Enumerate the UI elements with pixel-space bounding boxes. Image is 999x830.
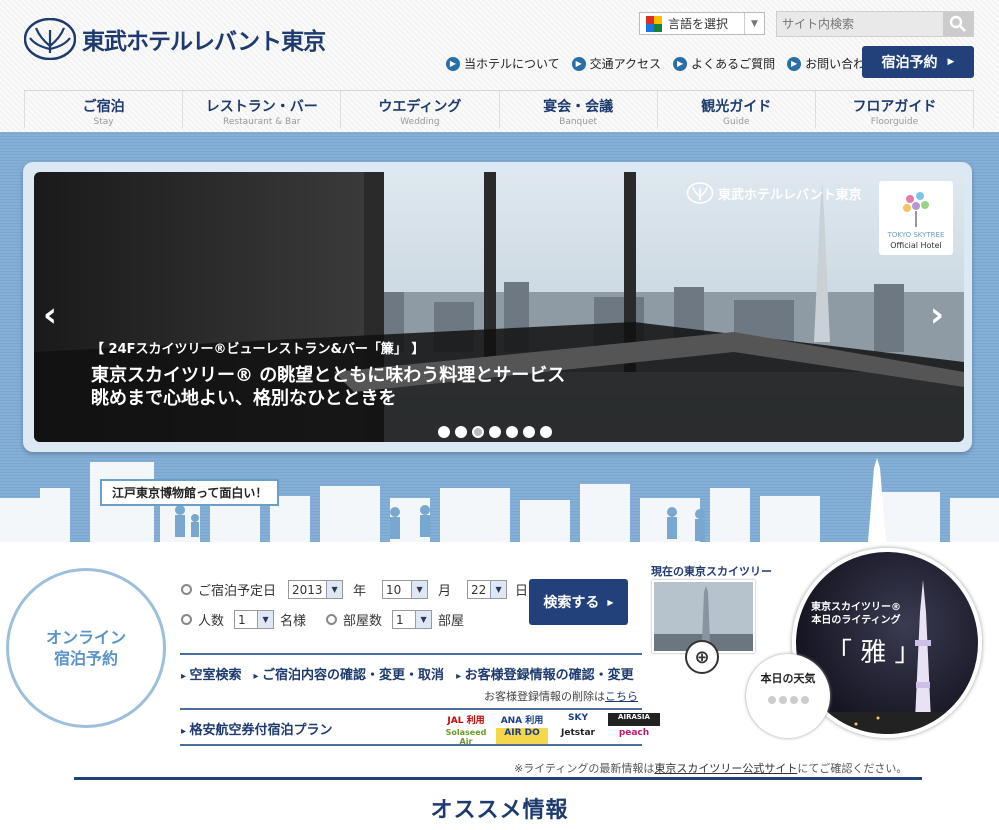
arrow-circle-icon: ▶ <box>446 56 460 71</box>
chevron-right-icon: ▶ <box>947 57 955 67</box>
flight-plan-link[interactable]: 格安航空券付宿泊プラン <box>181 719 333 738</box>
divider <box>180 708 642 710</box>
skymark-logo: SKY <box>568 713 588 723</box>
nav-floorguide[interactable]: フロアガイド Floorguide <box>816 91 975 128</box>
zoom-in-icon: ⊕ <box>694 646 710 668</box>
slider-dots <box>438 426 552 438</box>
slider-dot[interactable] <box>455 426 467 438</box>
slider-dot[interactable] <box>489 426 501 438</box>
guests-radio[interactable] <box>181 614 192 625</box>
chevron-right-icon: ▶ <box>607 597 614 607</box>
delete-note: お客様登録情報の削除はこちら <box>484 690 638 703</box>
skytree-official-link[interactable]: 東京スカイツリー公式サイト <box>654 762 797 775</box>
reserve-button[interactable]: 宿泊予約 ▶ <box>862 46 974 78</box>
edo-museum-link[interactable]: 江戸東京博物館って面白い！ <box>100 479 280 506</box>
slider-next-button[interactable]: › <box>925 298 949 332</box>
arrow-circle-icon: ▶ <box>787 56 802 71</box>
google-translate-icon <box>646 15 662 32</box>
divider <box>180 653 642 655</box>
recommend-section-title: オススメ情報 <box>430 798 569 823</box>
arrow-circle-icon: ▶ <box>673 56 688 71</box>
guests-select[interactable]: 1 ▼ <box>234 610 275 629</box>
chevron-down-icon: ▼ <box>744 13 764 34</box>
chevron-down-icon: ▼ <box>411 581 428 598</box>
year-select[interactable]: 2013 ▼ <box>288 580 344 599</box>
booking-links: 空室検索 ご宿泊内容の確認・変更・取消 お客様登録情報の確認・変更 <box>181 664 634 683</box>
logo-emblem-icon <box>24 18 76 60</box>
slider-dot[interactable] <box>506 426 518 438</box>
logo-emblem-icon <box>686 182 714 204</box>
slider-dot[interactable] <box>540 426 552 438</box>
site-search <box>776 11 974 37</box>
hotel-logo[interactable]: 東武ホテルレバント東京 <box>24 18 326 60</box>
rooms-select[interactable]: 1 ▼ <box>392 610 433 629</box>
rooms-radio[interactable] <box>326 614 338 625</box>
member-info-link[interactable]: お客様登録情報の確認・変更 <box>456 664 634 683</box>
section-divider <box>74 777 922 780</box>
search-button[interactable] <box>943 12 973 36</box>
slide-hotel-logo: 東武ホテルレバント東京 <box>686 182 862 204</box>
slider-dot[interactable] <box>523 426 535 438</box>
vacancy-search-link[interactable]: 空室検索 <box>181 664 242 683</box>
util-link-access[interactable]: ▶ 交通アクセス <box>571 55 661 72</box>
site-search-input[interactable] <box>777 12 943 36</box>
nav-guide[interactable]: 観光ガイド Guide <box>658 91 816 128</box>
zoom-in-button[interactable]: ⊕ <box>685 640 719 674</box>
chevron-down-icon: ▼ <box>490 581 507 598</box>
language-select[interactable]: 言語を選択 ▼ <box>639 12 765 35</box>
tree-logo-icon <box>903 192 929 227</box>
logo-text: 東武ホテルレバント東京 <box>82 29 326 55</box>
checkin-radio[interactable] <box>181 584 192 595</box>
global-nav: ご宿泊 Stay レストラン・バー Restaurant & Bar ウエディング W… <box>24 90 975 128</box>
util-link-faq[interactable]: ▶ よくあるご質問 <box>673 55 775 72</box>
slider-prev-button[interactable]: ‹ <box>38 298 62 332</box>
slide-subtitle: 【 24Fスカイツリー®ビューレストラン&バー「簾」 】 <box>91 342 425 357</box>
slider-dot[interactable] <box>438 426 450 438</box>
online-booking-badge: オンライン 宿泊予約 <box>6 568 166 728</box>
chevron-down-icon: ▼ <box>415 611 432 628</box>
jal-logo: JAL 利用 <box>447 716 485 726</box>
chevron-down-icon: ▼ <box>257 611 274 628</box>
lighting-note: ※ライティングの最新情報は東京スカイツリー公式サイトにてご確認ください。 <box>514 762 908 775</box>
utility-links: ▶ 当ホテルについて ▶ 交通アクセス ▶ よくあるご質問 ▶ お問い合わせ <box>446 55 877 72</box>
delete-link[interactable]: こちら <box>605 690 638 703</box>
day-select[interactable]: 22 ▼ <box>467 580 508 599</box>
reservation-manage-link[interactable]: ご宿泊内容の確認・変更・取消 <box>254 664 444 683</box>
nav-restaurant[interactable]: レストラン・バー Restaurant & Bar <box>183 91 342 128</box>
lighting-label: 東京スカイツリー® 本日のライティング <box>811 602 901 626</box>
current-skytree-label: 現在の東京スカイツリー <box>651 565 772 578</box>
skytree-official-badge: TOKYO SKYTREE Official Hotel <box>879 181 953 255</box>
language-select-label: 言語を選択 <box>668 17 729 31</box>
guests-row: 人数 1 ▼ 名様 部屋数 1 ▼ 部屋 <box>181 610 464 629</box>
util-link-about[interactable]: ▶ 当ホテルについて <box>446 55 560 72</box>
chevron-down-icon: ▼ <box>326 581 343 598</box>
weather-loading-indicator <box>746 696 830 704</box>
divider <box>180 744 642 746</box>
search-icon <box>949 15 966 32</box>
airline-logos: JAL 利用 ANA 利用 SKY AIRASIA Solaseed Air A… <box>440 713 660 746</box>
airasia-logo: AIRASIA <box>608 713 660 726</box>
checkin-row: ご宿泊予定日 2013 ▼ 年 10 ▼ 月 22 ▼ 日 <box>181 580 528 599</box>
slider-dot[interactable] <box>472 426 484 438</box>
month-select[interactable]: 10 ▼ <box>382 580 429 599</box>
ana-logo: ANA 利用 <box>500 716 544 726</box>
nav-banquet[interactable]: 宴会・会議 Banquet <box>500 91 658 128</box>
nav-wedding[interactable]: ウエディング Wedding <box>341 91 500 128</box>
arrow-circle-icon: ▶ <box>571 56 586 71</box>
lighting-name: 「 雅 」 <box>826 638 921 668</box>
search-submit-button[interactable]: 検索する ▶ <box>529 579 628 625</box>
weather-panel[interactable]: 本日の天気 <box>746 654 830 738</box>
nav-stay[interactable]: ご宿泊 Stay <box>24 91 184 128</box>
slide-title: 東京スカイツリー® の眺望とともに味わう料理とサービス 眺めまで心地よい、格別な… <box>91 365 566 409</box>
